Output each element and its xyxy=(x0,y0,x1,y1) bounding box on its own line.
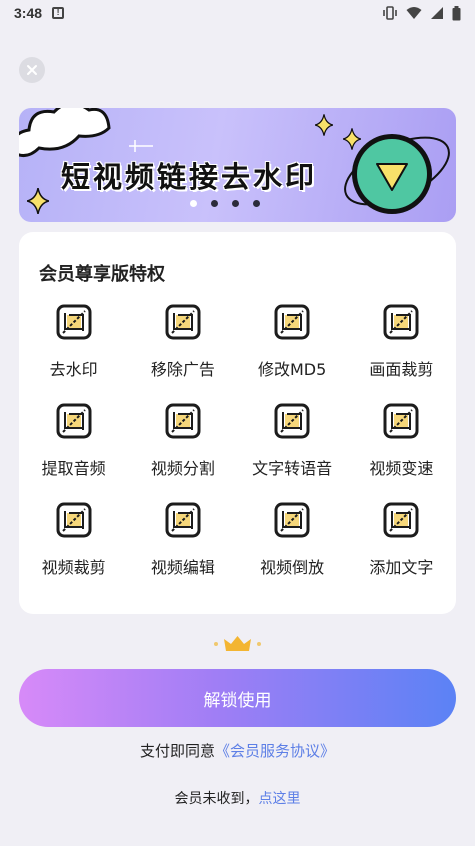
unlock-button[interactable]: 解锁使用 xyxy=(19,669,456,727)
banner-pagination xyxy=(19,200,456,207)
feature-icon xyxy=(274,403,310,439)
notification-icon: ! xyxy=(52,7,65,19)
crown-icon xyxy=(224,636,251,651)
vibrate-icon xyxy=(383,6,397,20)
feature-icon xyxy=(274,502,310,538)
wifi-icon xyxy=(406,7,422,19)
star-decoration xyxy=(315,114,333,136)
feature-grid: 去水印 移除广告 修改MD5 画面裁剪 提取音频 视频分割 文字转语音 视频变速… xyxy=(19,304,456,601)
privileges-card: 会员尊享版特权 去水印 移除广告 修改MD5 画面裁剪 提取音频 视频分割 文字… xyxy=(19,232,456,614)
feature-label: 修改MD5 xyxy=(257,360,327,379)
feature-label: 画面裁剪 xyxy=(369,360,434,379)
feature-item[interactable]: 画面裁剪 xyxy=(347,304,456,403)
banner-title: 短视频链接去水印 xyxy=(61,160,318,194)
feature-icon xyxy=(56,403,92,439)
feature-icon xyxy=(165,403,201,439)
feature-icon xyxy=(56,502,92,538)
feature-label: 添加文字 xyxy=(369,558,434,577)
feature-item[interactable]: 视频倒放 xyxy=(238,502,347,601)
close-icon xyxy=(27,65,37,75)
feature-icon xyxy=(274,304,310,340)
banner-dot-2[interactable] xyxy=(210,200,218,207)
feature-item[interactable]: 视频编辑 xyxy=(128,502,237,601)
promo-banner[interactable]: 短视频链接去水印 xyxy=(19,108,456,222)
crown-divider xyxy=(80,636,395,651)
click-here-link[interactable]: 点这里 xyxy=(259,791,301,807)
privileges-title: 会员尊享版特权 xyxy=(39,264,165,285)
feature-icon xyxy=(165,502,201,538)
close-button[interactable] xyxy=(19,57,45,83)
feature-icon xyxy=(383,403,419,439)
feature-icon xyxy=(56,304,92,340)
feature-label: 视频编辑 xyxy=(150,558,215,577)
feature-item[interactable]: 添加文字 xyxy=(347,502,456,601)
feature-icon xyxy=(383,502,419,538)
agreement-prefix: 支付即同意 xyxy=(139,742,215,760)
feature-item[interactable]: 去水印 xyxy=(19,304,128,403)
banner-dot-4[interactable] xyxy=(252,200,260,207)
feature-item[interactable]: 视频变速 xyxy=(347,403,456,502)
feature-item[interactable]: 移除广告 xyxy=(128,304,237,403)
banner-dot-1[interactable] xyxy=(189,200,197,207)
banner-dot-3[interactable] xyxy=(231,200,239,207)
signal-icon xyxy=(431,7,443,19)
sparkle-decoration xyxy=(129,140,153,152)
battery-icon xyxy=(452,5,461,20)
feature-label: 视频倒放 xyxy=(260,558,325,577)
status-bar: 3:48 ! xyxy=(0,0,475,26)
feature-item[interactable]: 修改MD5 xyxy=(238,304,347,403)
feature-label: 视频分割 xyxy=(150,459,215,478)
status-time: 3:48 xyxy=(14,5,43,21)
status-icons xyxy=(382,5,461,21)
feature-item[interactable]: 文字转语音 xyxy=(238,403,347,502)
feature-label: 移除广告 xyxy=(150,360,215,379)
feature-label: 提取音频 xyxy=(41,459,106,478)
service-agreement-link[interactable]: 《会员服务协议》 xyxy=(215,742,335,760)
feature-icon xyxy=(383,304,419,340)
feature-label: 视频变速 xyxy=(369,459,434,478)
feature-label: 文字转语音 xyxy=(252,459,333,478)
feature-item[interactable]: 视频分割 xyxy=(128,403,237,502)
help-prefix: 会员未收到， xyxy=(174,791,259,807)
feature-item[interactable]: 提取音频 xyxy=(19,403,128,502)
feature-icon xyxy=(165,304,201,340)
agreement-text: 支付即同意《会员服务协议》 xyxy=(0,740,475,761)
feature-label: 视频裁剪 xyxy=(41,558,106,577)
feature-item[interactable]: 视频裁剪 xyxy=(19,502,128,601)
help-text: 会员未收到，点这里 xyxy=(0,788,475,808)
feature-label: 去水印 xyxy=(49,360,98,379)
